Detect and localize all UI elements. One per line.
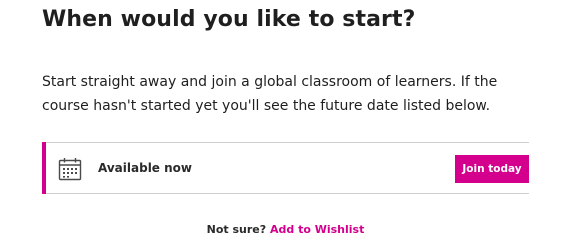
course-run-row: Available now Join today (42, 142, 529, 194)
not-sure-text: Not sure? (206, 223, 267, 236)
availability-label: Available now (98, 161, 192, 175)
calendar-icon (58, 157, 82, 181)
accent-bar (42, 142, 46, 194)
page-title: When would you like to start? (42, 7, 416, 32)
start-date-section: When would you like to start? Start stra… (0, 0, 561, 249)
wishlist-prompt: Not sure? Add to Wishlist (0, 221, 561, 239)
join-today-button[interactable]: Join today (455, 155, 529, 183)
intro-text: Start straight away and join a global cl… (42, 74, 498, 114)
add-to-wishlist-link[interactable]: Add to Wishlist (270, 223, 364, 236)
